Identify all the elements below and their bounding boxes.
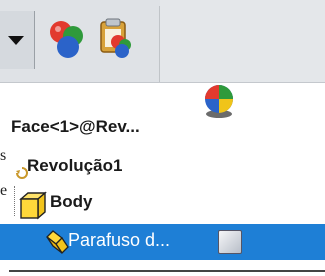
body-label[interactable]: Body [50, 192, 93, 212]
cutoff-text: s [0, 147, 7, 164]
selected-tree-item[interactable]: Parafuso d... [0, 224, 325, 260]
tree-connector [14, 186, 16, 216]
appearance-button[interactable] [44, 16, 90, 62]
part-icon [46, 230, 69, 255]
cutoff-text: e [0, 182, 8, 199]
selected-item-label: Parafuso d... [68, 230, 171, 250]
body-cube-icon [19, 191, 47, 220]
appearance-spheres-icon [50, 21, 83, 58]
divider [9, 270, 325, 272]
revolve-feature-label[interactable]: Revolução1 [27, 156, 122, 176]
clipboard-appearance-icon [100, 18, 131, 58]
face-reference-label[interactable]: Face<1>@Rev... [11, 117, 140, 137]
appearance-ball-icon [205, 85, 233, 118]
appearance-swatch-icon [218, 230, 242, 254]
chevron-down-icon [8, 36, 24, 45]
toolbar-empty-area [160, 0, 325, 82]
paste-appearance-button[interactable] [94, 16, 140, 62]
feature-tree: Face<1>@Rev... s Revolução1 e Body Paraf… [0, 83, 325, 276]
toolbar [0, 0, 325, 83]
dropdown-arrow-button[interactable] [0, 11, 35, 69]
